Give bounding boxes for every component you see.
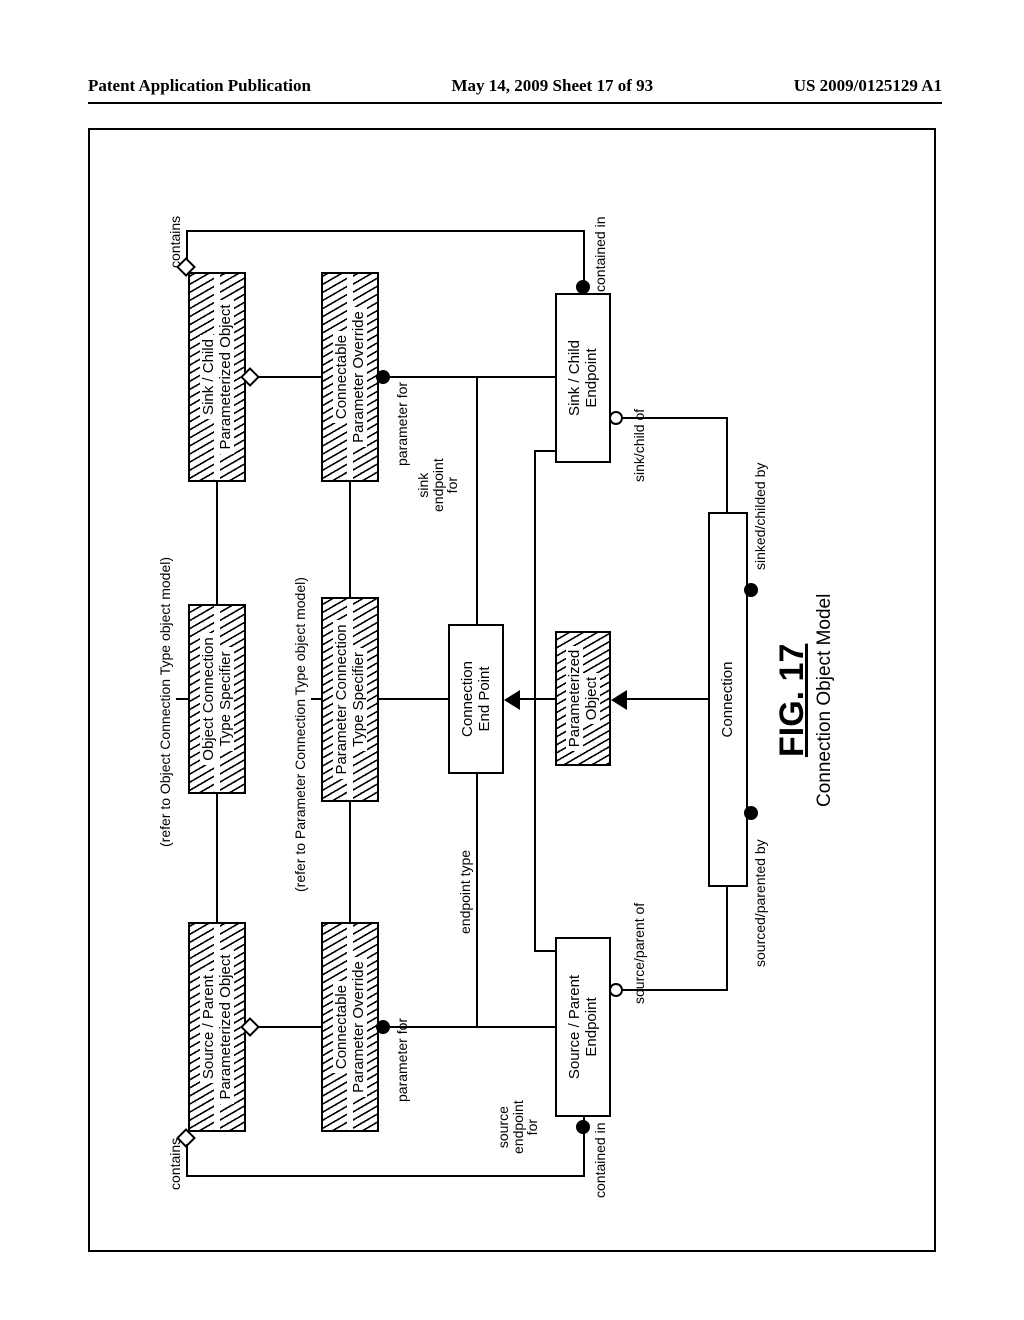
box-connection: Connection	[708, 512, 748, 887]
composition-dot-icon	[576, 1120, 590, 1134]
label-endpoint-type: endpoint type	[458, 850, 473, 934]
box-parameter-connection-type-specifier: Parameter Connection Type Specifier	[321, 597, 379, 802]
composition-dot-icon	[744, 806, 758, 820]
hollow-circle-icon	[609, 411, 623, 425]
header-left: Patent Application Publication	[88, 76, 311, 96]
box-sink-child-endpoint: Sink / Child Endpoint	[555, 293, 611, 463]
box-sink-child-parameterized-object: Sink / Child Parameterized Object	[188, 272, 246, 482]
label-parameter-for-left: parameter for	[395, 1018, 410, 1102]
figure-caption: FIG. 17 Connection Object Model	[773, 594, 836, 807]
ref-param-conn-type: (refer to Parameter Connection Type obje…	[293, 577, 308, 892]
box-object-connection-type-specifier: Object Connection Type Specifier	[188, 604, 246, 794]
label-sink-endpoint-for: sink endpoint for	[416, 458, 460, 512]
label-source-endpoint-for: source endpoint for	[496, 1100, 540, 1154]
label-contains-left: contains	[168, 1138, 183, 1190]
label-parameter-for-right: parameter for	[395, 382, 410, 466]
box-parameterized-object: Parameterized Object	[555, 631, 611, 766]
label-sinked-childed-by: sinked/childed by	[753, 463, 768, 570]
label-sink-child-of: sink/child of	[632, 409, 647, 482]
header-right: US 2009/0125129 A1	[794, 76, 942, 96]
label-source-parent-of: source/parent of	[632, 903, 647, 1004]
triangle-up-icon	[612, 691, 626, 709]
box-connectable-parameter-override-right: Connectable Parameter Override	[321, 272, 379, 482]
box-source-parent-endpoint: Source / Parent Endpoint	[555, 937, 611, 1117]
page-header: Patent Application Publication May 14, 2…	[88, 76, 942, 104]
composition-dot-icon	[576, 280, 590, 294]
label-sourced-parented-by: sourced/parented by	[753, 839, 768, 967]
label-contained-in-left: contained in	[593, 1122, 608, 1198]
box-connection-end-point: Connection End Point	[448, 624, 504, 774]
figure-number: FIG. 17	[773, 594, 812, 807]
hollow-circle-icon	[609, 983, 623, 997]
composition-dot-icon	[376, 1020, 390, 1034]
figure-frame: (refer to Object Connection Type object …	[88, 128, 936, 1252]
diagram-canvas: (refer to Object Connection Type object …	[90, 130, 934, 1250]
triangle-up-icon	[505, 691, 519, 709]
box-source-parent-parameterized-object: Source / Parent Parameterized Object	[188, 922, 246, 1132]
composition-dot-icon	[744, 583, 758, 597]
header-center: May 14, 2009 Sheet 17 of 93	[452, 76, 654, 96]
label-contained-in-right: contained in	[593, 216, 608, 292]
composition-dot-icon	[376, 370, 390, 384]
label-contains-right: contains	[168, 216, 183, 268]
box-connectable-parameter-override-left: Connectable Parameter Override	[321, 922, 379, 1132]
figure-title: Connection Object Model	[814, 594, 836, 807]
ref-obj-conn-type: (refer to Object Connection Type object …	[158, 557, 173, 847]
